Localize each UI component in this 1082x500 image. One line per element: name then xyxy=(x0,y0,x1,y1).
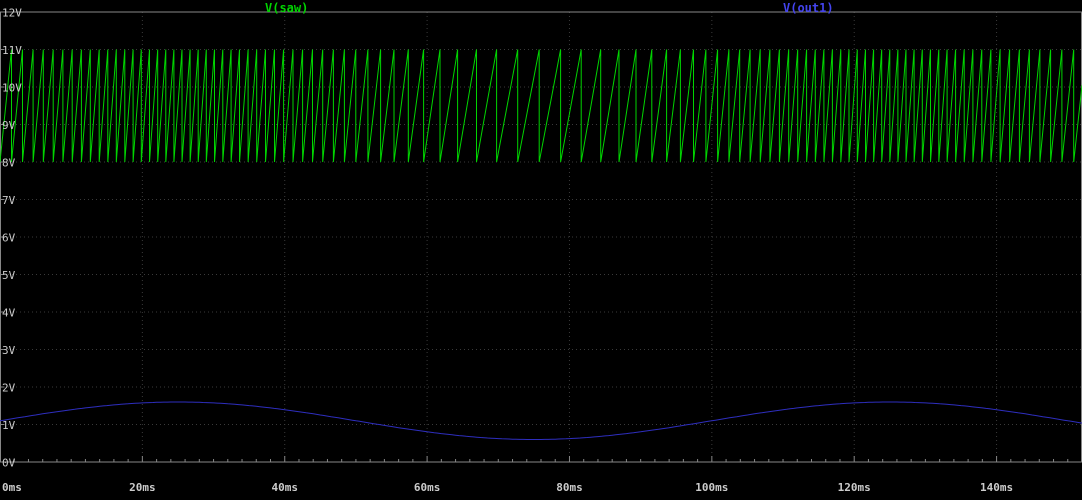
trace-v-saw[interactable] xyxy=(0,49,1082,163)
y-tick-label: 8V xyxy=(2,157,16,170)
trace-label-v-saw[interactable]: V(saw) xyxy=(265,1,308,15)
x-tick-label: 60ms xyxy=(414,481,441,494)
x-tick-label: 140ms xyxy=(980,481,1013,494)
y-tick-label: 1V xyxy=(2,419,16,432)
axis-labels: 0V 1V 2V 3V 4V 5V 6V 7V 8V 9V 10V 11V 12V 0ms 20ms 40ms… xyxy=(2,7,1013,495)
y-tick-label: 2V xyxy=(2,382,16,395)
x-tick-label: 40ms xyxy=(271,481,298,494)
plot-area[interactable]: 0V 1V 2V 3V 4V 5V 6V 7V 8V 9V 10V 11V 12V 0ms 20ms 40ms… xyxy=(0,0,1082,500)
waveform-viewer[interactable]: 0V 1V 2V 3V 4V 5V 6V 7V 8V 9V 10V 11V 12V 0ms 20ms 40ms… xyxy=(0,0,1082,500)
trace-label-v-out1[interactable]: V(out1) xyxy=(783,1,834,15)
y-tick-label: 0V xyxy=(2,457,16,470)
y-tick-label: 10V xyxy=(2,82,22,95)
y-tick-label: 7V xyxy=(2,194,16,207)
x-tick-label: 80ms xyxy=(556,481,583,494)
y-tick-label: 9V xyxy=(2,119,16,132)
y-tick-label: 6V xyxy=(2,232,16,245)
trace-v-out1[interactable] xyxy=(0,401,1082,440)
y-tick-label: 11V xyxy=(2,44,22,57)
y-tick-label: 4V xyxy=(2,307,16,320)
y-tick-label: 3V xyxy=(2,344,16,357)
y-tick-label: 5V xyxy=(2,269,16,282)
x-tick-label: 0ms xyxy=(2,481,22,494)
y-tick-label: 12V xyxy=(2,7,22,20)
x-tick-label: 100ms xyxy=(695,481,728,494)
x-tick-label: 20ms xyxy=(129,481,156,494)
x-tick-label: 120ms xyxy=(838,481,871,494)
